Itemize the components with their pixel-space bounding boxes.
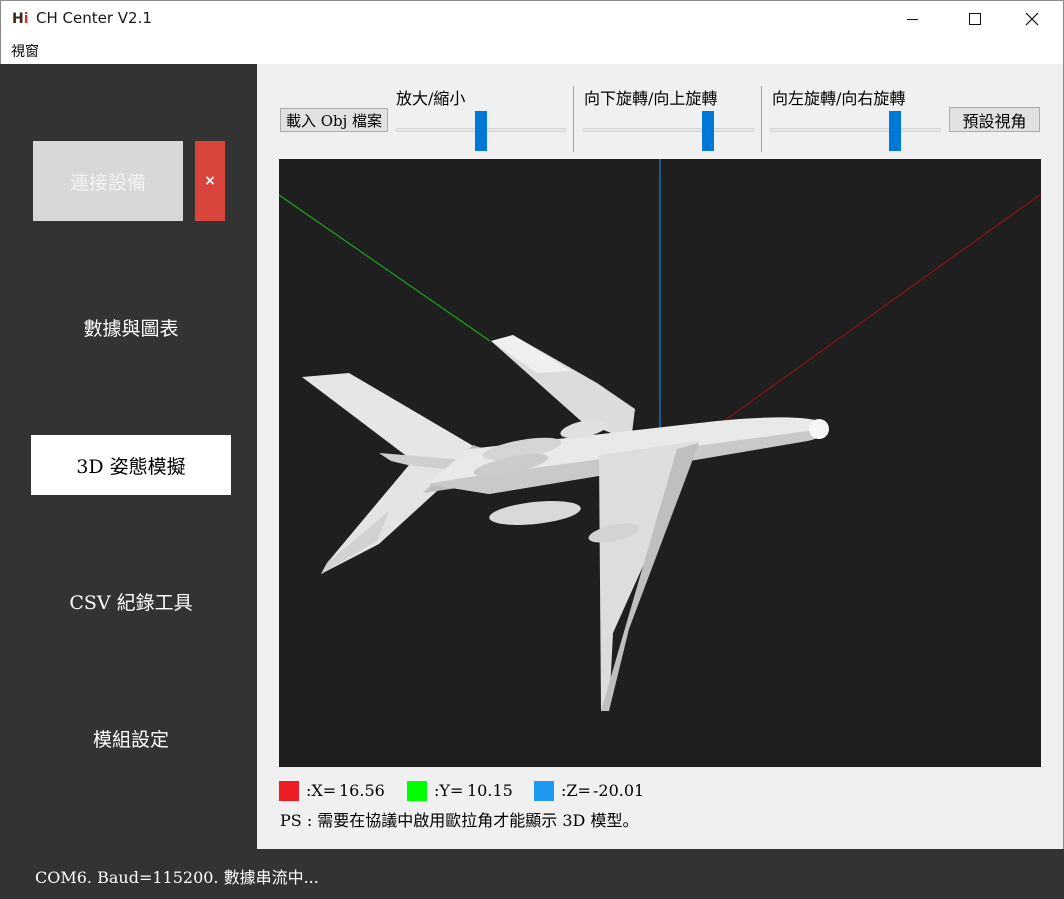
minimize-icon [907, 19, 918, 20]
z-label: :Z= [561, 781, 591, 800]
status-text: COM6. Baud=115200. 數據串流中... [35, 868, 319, 887]
status-bar: COM6. Baud=115200. 數據串流中... [0, 849, 1064, 899]
menu-view[interactable]: 視窗 [11, 41, 39, 61]
app-logo-icon: Hi [12, 11, 29, 27]
reset-view-button[interactable]: 預設視角 [949, 107, 1040, 132]
toolbar-separator [761, 86, 762, 152]
main-panel: 載入 Obj 檔案 放大/縮小 向下旋轉/向上旋轉 向左旋轉/向右旋轉 預設視角 [257, 64, 1064, 849]
x-label: :X= [306, 781, 337, 800]
close-window-button[interactable] [1005, 1, 1061, 37]
sidebar: 連接設備 × 數據與圖表 3D 姿態模擬 CSV 紀錄工具 模組設定 [0, 64, 257, 849]
airplane-model [302, 335, 829, 711]
pitch-label: 向下旋轉/向上旋轉 [584, 89, 718, 108]
y-color-swatch [407, 781, 427, 801]
y-label: :Y= [434, 781, 464, 800]
z-color-swatch [534, 781, 554, 801]
pitch-slider-thumb[interactable] [701, 111, 714, 151]
y-value: 10.15 [467, 781, 513, 800]
menu-bar: 視窗 [0, 36, 1064, 64]
maximize-button[interactable] [947, 1, 1003, 37]
3d-viewport[interactable] [279, 159, 1041, 767]
yaw-label: 向左旋轉/向右旋轉 [772, 89, 906, 108]
x-value: 16.56 [339, 781, 385, 800]
y-axis-line [279, 194, 491, 342]
ps-note: PS : 需要在協議中啟用歐拉角才能顯示 3D 模型。 [280, 811, 639, 830]
window-title: CH Center V2.1 [36, 9, 152, 27]
sidebar-item-module-settings[interactable]: 模組設定 [31, 708, 231, 768]
zoom-slider-thumb[interactable] [475, 111, 487, 151]
pitch-slider-track[interactable] [583, 128, 754, 132]
z-value: -20.01 [593, 781, 645, 800]
yaw-slider-track[interactable] [770, 128, 941, 132]
zoom-label: 放大/縮小 [396, 89, 466, 108]
sidebar-item-3d-attitude[interactable]: 3D 姿態模擬 [31, 435, 231, 495]
yaw-slider-thumb[interactable] [888, 111, 901, 151]
3d-scene [279, 159, 1041, 711]
title-bar: Hi CH Center V2.1 [0, 0, 1064, 36]
sidebar-item-data-charts[interactable]: 數據與圖表 [31, 297, 231, 357]
connect-device-button[interactable]: 連接設備 [33, 141, 183, 221]
toolbar-separator [573, 86, 574, 152]
disconnect-button[interactable]: × [195, 141, 225, 221]
maximize-icon [969, 13, 981, 25]
sidebar-item-csv-logger[interactable]: CSV 紀錄工具 [31, 571, 231, 631]
minimize-button[interactable] [889, 1, 945, 37]
close-icon [1025, 12, 1039, 26]
load-obj-button[interactable]: 載入 Obj 檔案 [280, 108, 388, 132]
x-color-swatch [279, 781, 299, 801]
x-axis-line [706, 193, 1041, 434]
